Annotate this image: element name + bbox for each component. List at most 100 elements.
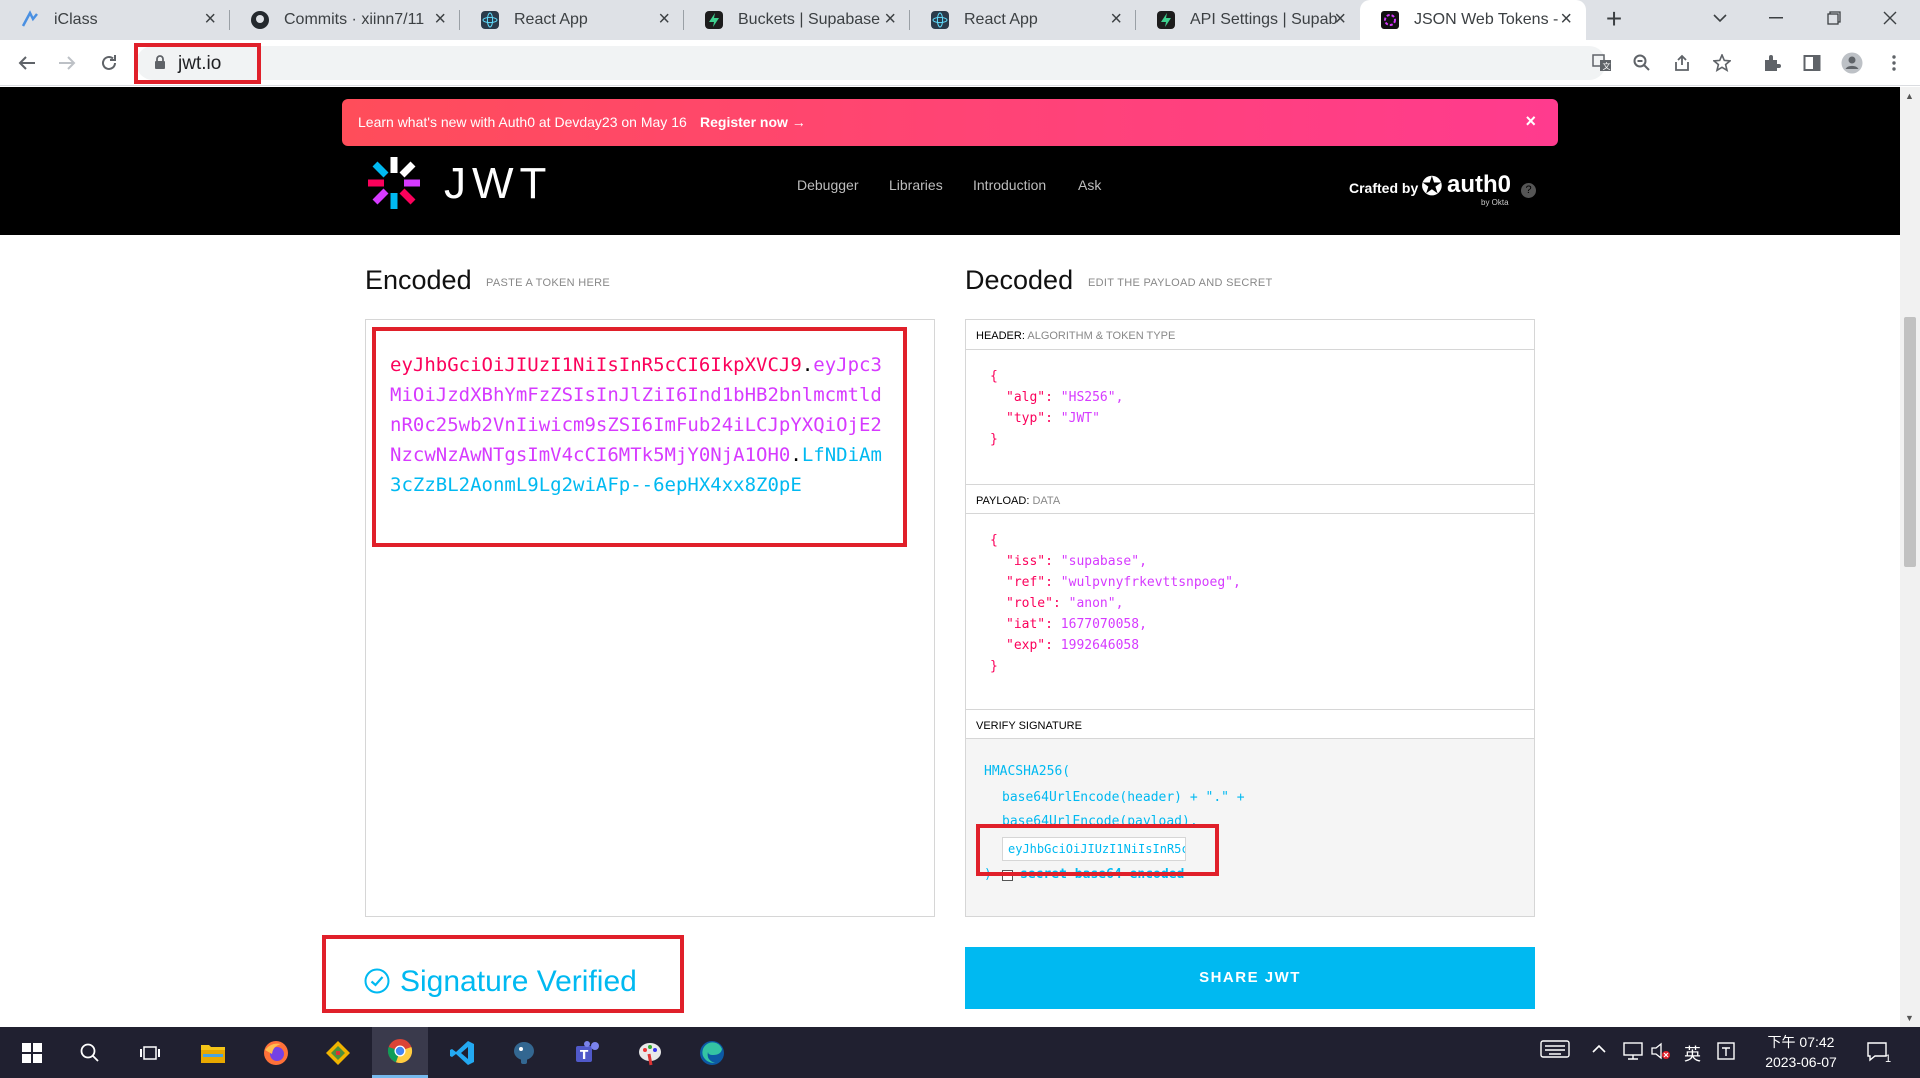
- tab-title: React App: [514, 11, 588, 28]
- tab-search-icon[interactable]: [1692, 0, 1748, 36]
- close-tab-icon[interactable]: ×: [1560, 9, 1572, 29]
- crafted-by-label: Crafted by: [1349, 180, 1419, 196]
- help-icon[interactable]: ?: [1521, 183, 1536, 198]
- supabase-icon: [705, 11, 723, 29]
- scrollbar-thumb[interactable]: [1904, 317, 1916, 567]
- github-icon: [251, 11, 269, 29]
- paint-icon[interactable]: [622, 1027, 678, 1078]
- notification-count: 1: [1885, 1053, 1892, 1065]
- nav-debugger[interactable]: Debugger: [797, 177, 859, 193]
- svg-text:T: T: [580, 1048, 589, 1062]
- register-now-link[interactable]: Register now →: [700, 114, 806, 130]
- firefox-icon[interactable]: [248, 1027, 304, 1078]
- payload-json-editor[interactable]: { "iss": "supabase", "ref": "wulpvnyfrke…: [990, 530, 1241, 677]
- jwt-logo-wordmark[interactable]: JWT: [444, 159, 552, 209]
- restore-icon[interactable]: [1806, 0, 1862, 36]
- site-header: Learn what's new with Auth0 at Devday23 …: [0, 87, 1900, 235]
- side-panel-icon[interactable]: [1800, 51, 1824, 75]
- vscode-icon[interactable]: [434, 1027, 490, 1078]
- close-tab-icon[interactable]: ×: [1110, 9, 1122, 29]
- header-section-label: HEADER: ALGORITHM & TOKEN TYPE: [966, 320, 1534, 350]
- clock-time: 下午 07:42: [1767, 1034, 1835, 1050]
- hmac-line-2: base64UrlEncode(header) + "." +: [1002, 790, 1245, 805]
- tab-title: Buckets | Supabase: [738, 11, 881, 28]
- volume-muted-icon[interactable]: [1650, 1041, 1672, 1066]
- bookmark-star-icon[interactable]: [1710, 51, 1734, 75]
- windows-taskbar: T 英 下午 07:42 2023-06-07 1: [0, 1027, 1920, 1078]
- input-method-icon[interactable]: [1716, 1041, 1736, 1066]
- scroll-up-icon[interactable]: ▲: [1905, 91, 1914, 101]
- chrome-icon[interactable]: [372, 1027, 428, 1078]
- zoom-icon[interactable]: [1630, 51, 1654, 75]
- network-icon[interactable]: [1622, 1041, 1644, 1066]
- share-jwt-button[interactable]: SHARE JWT: [965, 947, 1535, 1009]
- tab-react-app-2[interactable]: React App ×: [910, 0, 1136, 40]
- tab-react-app-1[interactable]: React App ×: [460, 0, 684, 40]
- address-bar[interactable]: jwt.io: [136, 46, 1606, 80]
- nav-libraries[interactable]: Libraries: [889, 177, 943, 193]
- scroll-down-icon[interactable]: ▼: [1905, 1013, 1914, 1023]
- close-tab-icon[interactable]: ×: [884, 9, 896, 29]
- translate-icon[interactable]: 文: [1590, 51, 1614, 75]
- nav-ask[interactable]: Ask: [1078, 177, 1101, 193]
- postgresql-icon[interactable]: [496, 1027, 552, 1078]
- close-tab-icon[interactable]: ×: [658, 9, 670, 29]
- jwt-logo-icon[interactable]: [364, 153, 424, 213]
- by-okta-label: by Okta: [1481, 198, 1509, 207]
- close-tab-icon[interactable]: ×: [434, 9, 446, 29]
- browser-toolbar: jwt.io 文: [0, 40, 1920, 86]
- forward-button[interactable]: [52, 48, 82, 78]
- minimize-icon[interactable]: [1748, 0, 1804, 36]
- clock[interactable]: 下午 07:42 2023-06-07: [1756, 1032, 1846, 1072]
- page-scrollbar[interactable]: ▲ ▼: [1900, 87, 1920, 1027]
- tab-buckets-supabase[interactable]: Buckets | Supabase ×: [684, 0, 910, 40]
- back-button[interactable]: [12, 48, 42, 78]
- payload-section-label: PAYLOAD: DATA: [966, 484, 1534, 514]
- tab-api-settings-supabase[interactable]: API Settings | Supab ×: [1136, 0, 1360, 40]
- show-hidden-icons[interactable]: [1592, 1041, 1606, 1059]
- file-explorer-icon[interactable]: [185, 1027, 241, 1078]
- supabase-icon: [1157, 11, 1175, 29]
- annotation-box-secret: [976, 824, 1219, 876]
- ime-indicator[interactable]: 英: [1684, 1040, 1701, 1065]
- start-windows-icon[interactable]: [4, 1027, 60, 1078]
- hmac-line-1: HMACSHA256(: [984, 764, 1071, 779]
- tab-title: React App: [964, 11, 1038, 28]
- keyboard-icon[interactable]: [1540, 1039, 1570, 1064]
- banner-text: Learn what's new with Auth0 at Devday23 …: [358, 114, 687, 130]
- tab-json-web-tokens[interactable]: JSON Web Tokens - ×: [1360, 0, 1586, 40]
- reload-button[interactable]: [94, 48, 124, 78]
- sourcetree-icon[interactable]: [310, 1027, 366, 1078]
- profile-avatar[interactable]: [1840, 51, 1864, 75]
- chrome-menu-icon[interactable]: [1882, 51, 1906, 75]
- close-window-icon[interactable]: [1862, 0, 1918, 36]
- search-icon[interactable]: [62, 1027, 118, 1078]
- nav-introduction[interactable]: Introduction: [973, 177, 1046, 193]
- banner-close-icon[interactable]: ×: [1525, 111, 1536, 132]
- clock-date: 2023-06-07: [1765, 1054, 1837, 1070]
- react-icon: [481, 11, 499, 29]
- iclass-icon: [21, 10, 38, 27]
- annotation-box-signature: [322, 935, 684, 1013]
- tab-title: iClass: [54, 11, 98, 28]
- tab-github-commits[interactable]: Commits · xiinn7/11 ×: [230, 0, 460, 40]
- edge-icon[interactable]: [684, 1027, 740, 1078]
- close-tab-icon[interactable]: ×: [204, 9, 216, 29]
- verify-signature-label: VERIFY SIGNATURE: [966, 709, 1534, 739]
- jwt-icon: [1381, 11, 1399, 29]
- header-json-editor[interactable]: { "alg": "HS256", "typ": "JWT" }: [990, 366, 1123, 450]
- announcement-banner[interactable]: Learn what's new with Auth0 at Devday23 …: [342, 99, 1558, 146]
- tab-title: Commits · xiinn7/11: [284, 11, 425, 28]
- auth0-logo[interactable]: auth0: [1447, 171, 1511, 199]
- new-tab-button[interactable]: +: [1598, 4, 1630, 36]
- extensions-icon[interactable]: [1760, 51, 1784, 75]
- jwt-debugger-page: Learn what's new with Auth0 at Devday23 …: [0, 87, 1900, 1027]
- close-tab-icon[interactable]: ×: [1334, 9, 1346, 29]
- svg-text:文: 文: [1603, 61, 1611, 71]
- teams-icon[interactable]: T: [560, 1027, 616, 1078]
- share-icon[interactable]: [1670, 51, 1694, 75]
- decoded-title: Decoded: [965, 265, 1074, 295]
- auth0-shield-icon[interactable]: ✪: [1421, 171, 1443, 202]
- task-view-icon[interactable]: [122, 1027, 178, 1078]
- tab-iclass[interactable]: iClass ×: [0, 0, 230, 40]
